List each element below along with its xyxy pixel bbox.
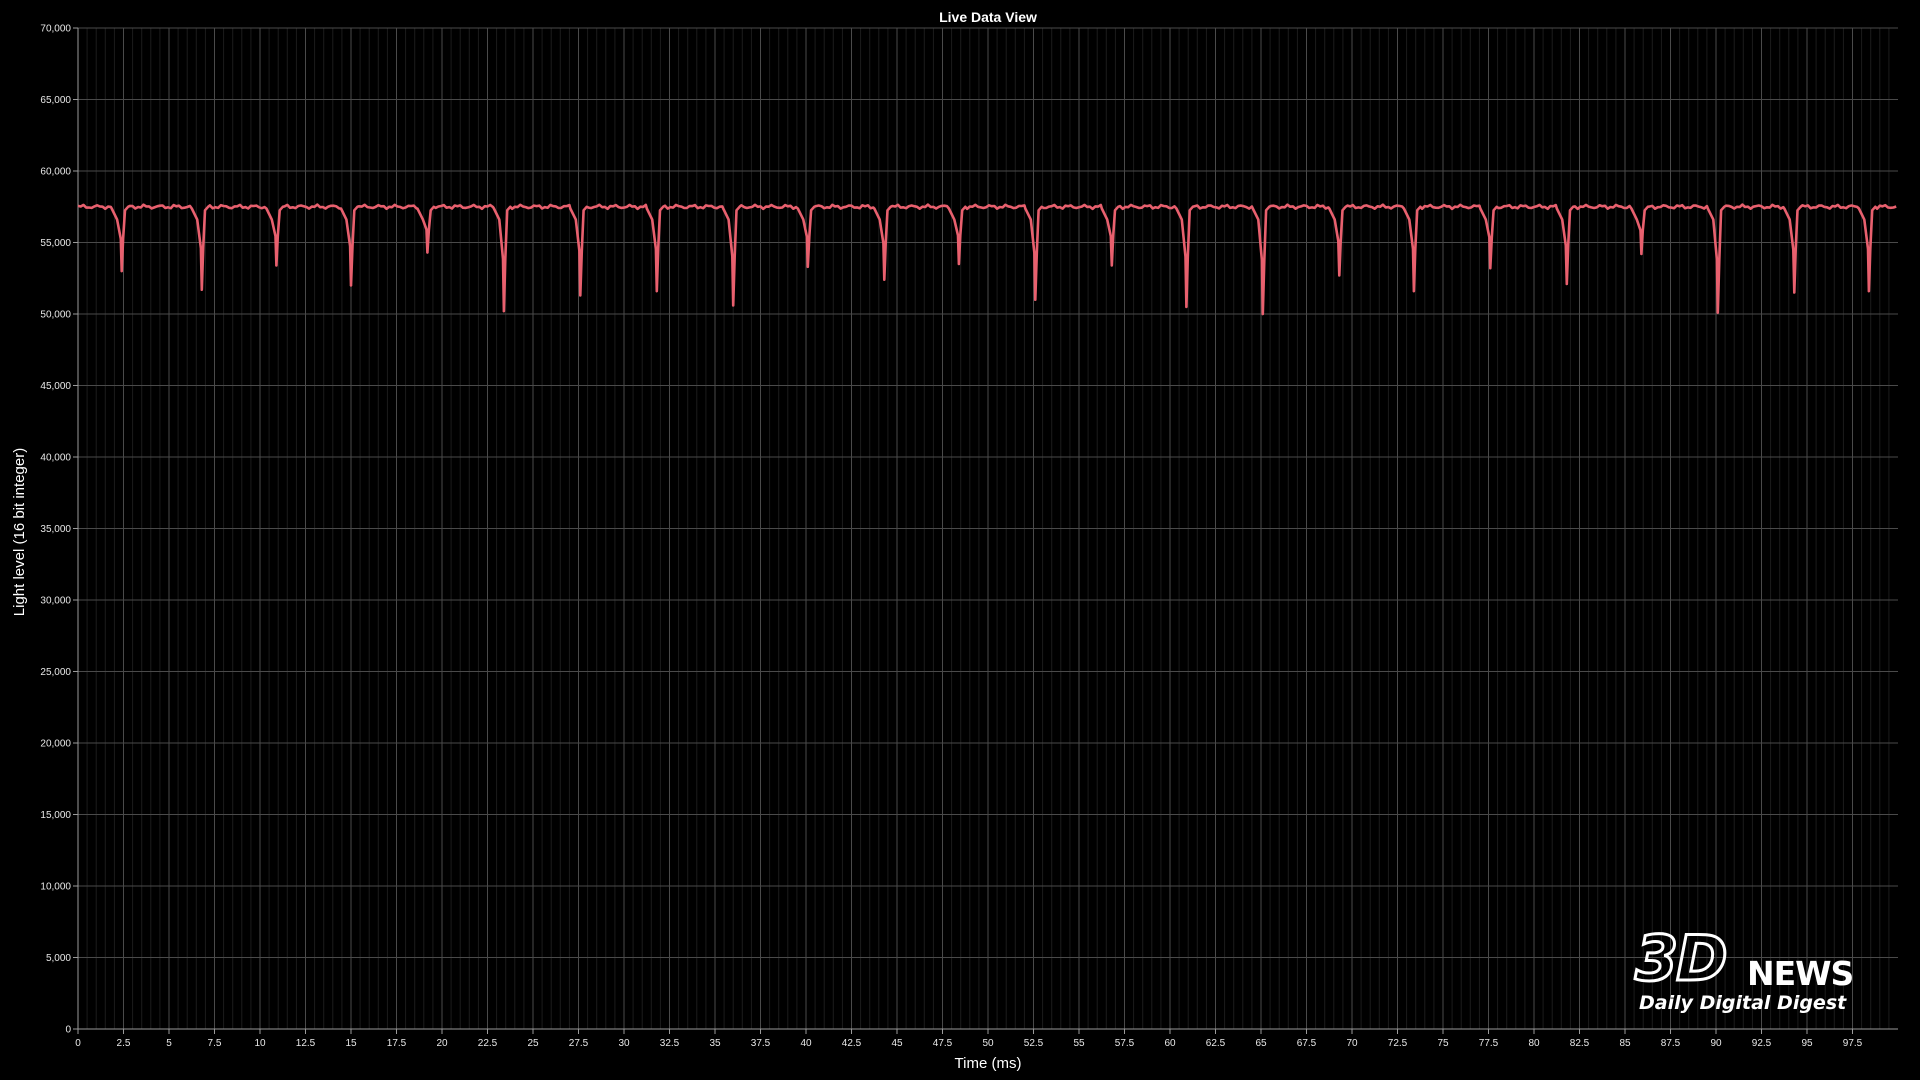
x-tick-label: 27.5 <box>569 1038 589 1049</box>
watermark-logo: 3D NEWS Daily Digital Digest <box>1634 922 1875 1018</box>
x-tick-label: 90 <box>1710 1038 1722 1049</box>
dip-point <box>1716 311 1720 314</box>
x-tick-label: 40 <box>800 1038 812 1049</box>
x-tick-label: 62.5 <box>1206 1038 1226 1049</box>
x-tick-label: 25 <box>527 1038 539 1049</box>
logo-news-text: NEWS <box>1747 954 1854 993</box>
x-tick-label: 65 <box>1255 1038 1267 1049</box>
x-tick-label: 32.5 <box>660 1038 680 1049</box>
x-tick-label: 52.5 <box>1024 1038 1044 1049</box>
x-tick-label: 67.5 <box>1297 1038 1317 1049</box>
x-tick-label: 70 <box>1346 1038 1358 1049</box>
y-tick-label: 50,000 <box>40 310 71 321</box>
x-tick-label: 97.5 <box>1843 1038 1863 1049</box>
dip-point <box>1489 267 1492 270</box>
x-tick-label: 82.5 <box>1570 1038 1590 1049</box>
x-tick-label: 2.5 <box>117 1038 131 1049</box>
y-tick-label: 60,000 <box>40 167 71 178</box>
logo-3d-text: 3D <box>1634 922 1730 995</box>
x-tick-label: 50 <box>982 1038 994 1049</box>
chart: 0 5,000 10,000 15,000 20,000 25,000 30,000 35,0… <box>11 9 1898 1072</box>
dip-point <box>1338 274 1341 277</box>
y-tick-label: 15,000 <box>40 810 71 821</box>
y-tick-label: 45,000 <box>40 381 71 392</box>
x-tick-label: 77.5 <box>1479 1038 1499 1049</box>
x-tick-label: 95 <box>1801 1038 1813 1049</box>
x-tick-label: 92.5 <box>1752 1038 1772 1049</box>
x-axis-label: Time (ms) <box>955 1055 1022 1072</box>
x-tick-label: 5 <box>166 1038 172 1049</box>
x-tick-label: 60 <box>1164 1038 1176 1049</box>
y-tick-label: 30,000 <box>40 596 71 607</box>
y-tick-label: 35,000 <box>40 524 71 535</box>
x-tick-label: 0 <box>75 1038 81 1049</box>
y-axis-label: Light level (16 bit integer) <box>11 448 28 616</box>
x-tick-label: 15 <box>345 1038 357 1049</box>
dip-point <box>806 265 810 269</box>
dip-point <box>1034 298 1037 301</box>
dip-point <box>502 309 506 313</box>
dip-point <box>120 269 123 273</box>
dip-point <box>349 284 353 287</box>
dip-points <box>120 251 1871 316</box>
x-tick-label: 57.5 <box>1115 1038 1135 1049</box>
y-tick-label: 20,000 <box>40 739 71 750</box>
x-tick-label: 10 <box>254 1038 266 1049</box>
dip-point <box>1110 264 1113 267</box>
dip-point <box>579 294 582 297</box>
y-tick-label: 5,000 <box>46 953 71 964</box>
x-tick-label: 35 <box>709 1038 721 1049</box>
x-tick-label: 47.5 <box>933 1038 953 1049</box>
y-tick-label: 10,000 <box>40 882 71 893</box>
x-tick-label: 87.5 <box>1661 1038 1681 1049</box>
axes <box>73 27 1898 1034</box>
x-tick-label: 85 <box>1619 1038 1631 1049</box>
x-tick-label: 22.5 <box>478 1038 498 1049</box>
x-tick-label: 72.5 <box>1388 1038 1408 1049</box>
dip-point <box>1185 305 1188 309</box>
dip-point <box>655 289 658 293</box>
y-tick-label: 0 <box>65 1025 71 1036</box>
logo-tagline: Daily Digital Digest <box>1639 992 1847 1014</box>
y-tick-label: 40,000 <box>40 453 71 464</box>
x-tick-label: 17.5 <box>387 1038 407 1049</box>
x-tick-label: 75 <box>1437 1038 1449 1049</box>
y-tick-label: 70,000 <box>40 24 71 35</box>
grid <box>77 27 1898 1030</box>
x-tick-label: 55 <box>1073 1038 1085 1049</box>
chart-title: Live Data View <box>939 9 1037 25</box>
y-tick-label: 25,000 <box>40 667 71 678</box>
dip-point <box>1640 252 1643 256</box>
dip-point <box>275 264 278 267</box>
x-tick-label: 45 <box>891 1038 903 1049</box>
x-tick-label: 12.5 <box>296 1038 316 1049</box>
dip-point <box>1867 289 1871 293</box>
x-tick-label: 7.5 <box>208 1038 222 1049</box>
y-tick-label: 65,000 <box>40 95 71 106</box>
dip-point <box>1565 282 1568 286</box>
dip-point <box>426 251 429 254</box>
y-tick-labels: 0 5,000 10,000 15,000 20,000 25,000 30,000 35,0… <box>40 24 71 1036</box>
dip-point <box>1261 312 1265 316</box>
dip-point <box>957 262 961 266</box>
y-tick-label: 55,000 <box>40 238 71 249</box>
x-tick-label: 20 <box>436 1038 448 1049</box>
dip-point <box>200 288 203 291</box>
x-tick-label: 80 <box>1528 1038 1540 1049</box>
x-tick-label: 37.5 <box>751 1038 771 1049</box>
dip-point <box>1412 289 1416 293</box>
dip-point <box>1793 291 1796 294</box>
x-tick-label: 30 <box>618 1038 630 1049</box>
x-tick-label: 42.5 <box>842 1038 862 1049</box>
x-tick-labels: 0 2.5 5 7.5 10 12.5 15 17.5 20 22.5 25 27.5 30 32.5 35… <box>75 1038 1862 1049</box>
dip-point <box>883 278 886 281</box>
dip-point <box>732 304 735 307</box>
